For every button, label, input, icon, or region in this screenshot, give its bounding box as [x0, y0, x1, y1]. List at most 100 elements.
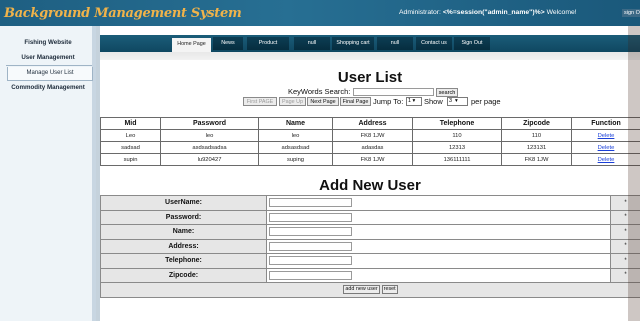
- nav-shadow-bar: [100, 52, 640, 60]
- telephone-input[interactable]: [269, 256, 352, 266]
- nav-home-page[interactable]: Home Page: [172, 38, 211, 52]
- form-row-zipcode: Zipcode: *: [100, 267, 640, 283]
- add-user-title: Add New User: [319, 177, 421, 194]
- form-row-buttons: add new user reset: [100, 282, 640, 298]
- admin-session-name: <%=session("admin_name")%>: [442, 9, 545, 16]
- delete-link[interactable]: Delete: [598, 145, 615, 151]
- sidebar-item-fishing-website[interactable]: Fishing Website: [0, 39, 96, 46]
- address-input[interactable]: [269, 241, 352, 251]
- required-marker: *: [610, 238, 640, 254]
- top-header: Background Management System Administrat…: [0, 0, 640, 26]
- table-header-row: Mid Password Name Address Telephone Zipc…: [100, 117, 640, 130]
- nav-product[interactable]: Product: [247, 37, 289, 50]
- admin-label: Administrator:: [399, 9, 441, 16]
- final-page-button[interactable]: Final Page: [340, 97, 371, 106]
- cell-name: leo: [258, 129, 333, 142]
- table-row: sadsad asdsadsadsa adsasdsad adasdas 123…: [100, 141, 640, 154]
- cell-zipcode: FK8 1JW: [501, 153, 572, 166]
- sign-out-top-button[interactable]: sign O: [622, 9, 640, 17]
- cell-telephone: 12313: [412, 141, 502, 154]
- search-row: KeyWords Search: search: [100, 87, 640, 97]
- jump-to-label: Jump To:: [373, 97, 404, 106]
- address-input-cell: [266, 238, 611, 254]
- password-input[interactable]: [269, 212, 352, 222]
- column-header-zipcode: Zipcode: [501, 117, 572, 130]
- name-label: Name:: [100, 224, 267, 240]
- pagination-row: First PAGE Page Up Next Page Final Page …: [100, 97, 640, 107]
- show-per-page-select[interactable]: 3 ▾: [447, 97, 468, 106]
- zipcode-input-cell: [266, 267, 611, 283]
- show-per-page-value: 3: [449, 98, 452, 104]
- password-label: Password:: [100, 209, 267, 225]
- page-up-button[interactable]: Page Up: [279, 97, 306, 106]
- form-buttons-cell: add new user reset: [100, 282, 640, 298]
- keywords-search-label: KeyWords Search:: [288, 87, 351, 96]
- cell-password: leo: [160, 129, 259, 142]
- nav-contact-us[interactable]: Contact us: [416, 37, 452, 50]
- sidebar-item-user-management[interactable]: User Management: [0, 54, 96, 61]
- zipcode-input[interactable]: [269, 270, 352, 280]
- chevron-down-icon: ▾: [455, 98, 458, 104]
- cell-zipcode: 110: [501, 129, 572, 142]
- column-header-telephone: Telephone: [412, 117, 502, 130]
- show-label: Show: [424, 97, 443, 106]
- address-label: Address:: [100, 238, 267, 254]
- cell-mid: supin: [100, 153, 161, 166]
- cell-zipcode: 123131: [501, 141, 572, 154]
- name-input-cell: [266, 224, 611, 240]
- required-marker: *: [610, 209, 640, 225]
- sidebar-item-commodity-management[interactable]: Commodity Management: [0, 84, 96, 91]
- required-marker: *: [610, 224, 640, 240]
- keywords-search-input[interactable]: [353, 88, 434, 96]
- required-marker: *: [610, 253, 640, 269]
- column-header-address: Address: [332, 117, 413, 130]
- reset-button[interactable]: reset: [381, 285, 398, 295]
- delete-link[interactable]: Delete: [598, 133, 615, 139]
- top-nav: Home Page News Product null Shopping car…: [100, 35, 640, 52]
- table-row: supin lu920427 suping FK8 1JW 136111111 …: [100, 153, 640, 166]
- cell-name: adsasdsad: [258, 141, 333, 154]
- form-row-address: Address: *: [100, 238, 640, 254]
- cell-mid: sadsad: [100, 141, 161, 154]
- telephone-input-cell: [266, 253, 611, 269]
- username-input[interactable]: [269, 198, 352, 208]
- cell-name: suping: [258, 153, 333, 166]
- search-button[interactable]: search: [436, 88, 458, 97]
- column-header-name: Name: [258, 117, 333, 130]
- form-row-password: Password: *: [100, 209, 640, 225]
- cell-telephone: 136111111: [412, 153, 502, 166]
- jump-to-select[interactable]: 1 ▾: [406, 97, 422, 106]
- cell-address: adasdas: [332, 141, 413, 154]
- cell-telephone: 110: [412, 129, 502, 142]
- table-row: Leo leo leo FK8 1JW 110 110 Delete: [100, 129, 640, 142]
- site-title: Background Management System: [4, 6, 242, 21]
- sidebar-item-manage-user-list[interactable]: Manage User List: [7, 67, 93, 81]
- admin-welcome: Administrator: <%=session("admin_name")%…: [399, 9, 577, 16]
- required-marker: *: [610, 267, 640, 283]
- nav-null-2[interactable]: null: [377, 37, 413, 50]
- cell-password: asdsadsadsa: [160, 141, 259, 154]
- nav-null-1[interactable]: null: [294, 37, 330, 50]
- zipcode-label: Zipcode:: [100, 267, 267, 283]
- cell-mid: Leo: [100, 129, 161, 142]
- cell-address: FK8 1JW: [332, 129, 413, 142]
- name-input[interactable]: [269, 227, 352, 237]
- form-row-name: Name: *: [100, 224, 640, 240]
- form-row-telephone: Telephone: *: [100, 253, 640, 269]
- nav-shopping-cart[interactable]: Shopping cart: [332, 37, 374, 50]
- sidebar-divider: [6, 65, 92, 66]
- username-input-cell: [266, 195, 611, 211]
- chevron-down-icon: ▾: [412, 98, 416, 104]
- nav-sign-out[interactable]: Sign Out: [454, 37, 490, 50]
- nav-news[interactable]: News: [213, 37, 243, 50]
- welcome-label: Welcome!: [546, 9, 577, 16]
- next-page-button[interactable]: Next Page: [307, 97, 339, 106]
- user-table: Mid Password Name Address Telephone Zipc…: [100, 117, 640, 166]
- add-new-user-button[interactable]: add new user: [343, 285, 380, 295]
- column-header-function: Function: [571, 117, 640, 130]
- add-user-form: UserName: * Password: * Name: * Address:…: [100, 195, 640, 298]
- first-page-button[interactable]: First PAGE: [243, 97, 277, 106]
- cell-function: Delete: [571, 141, 640, 154]
- username-label: UserName:: [100, 195, 267, 211]
- delete-link[interactable]: Delete: [598, 157, 615, 163]
